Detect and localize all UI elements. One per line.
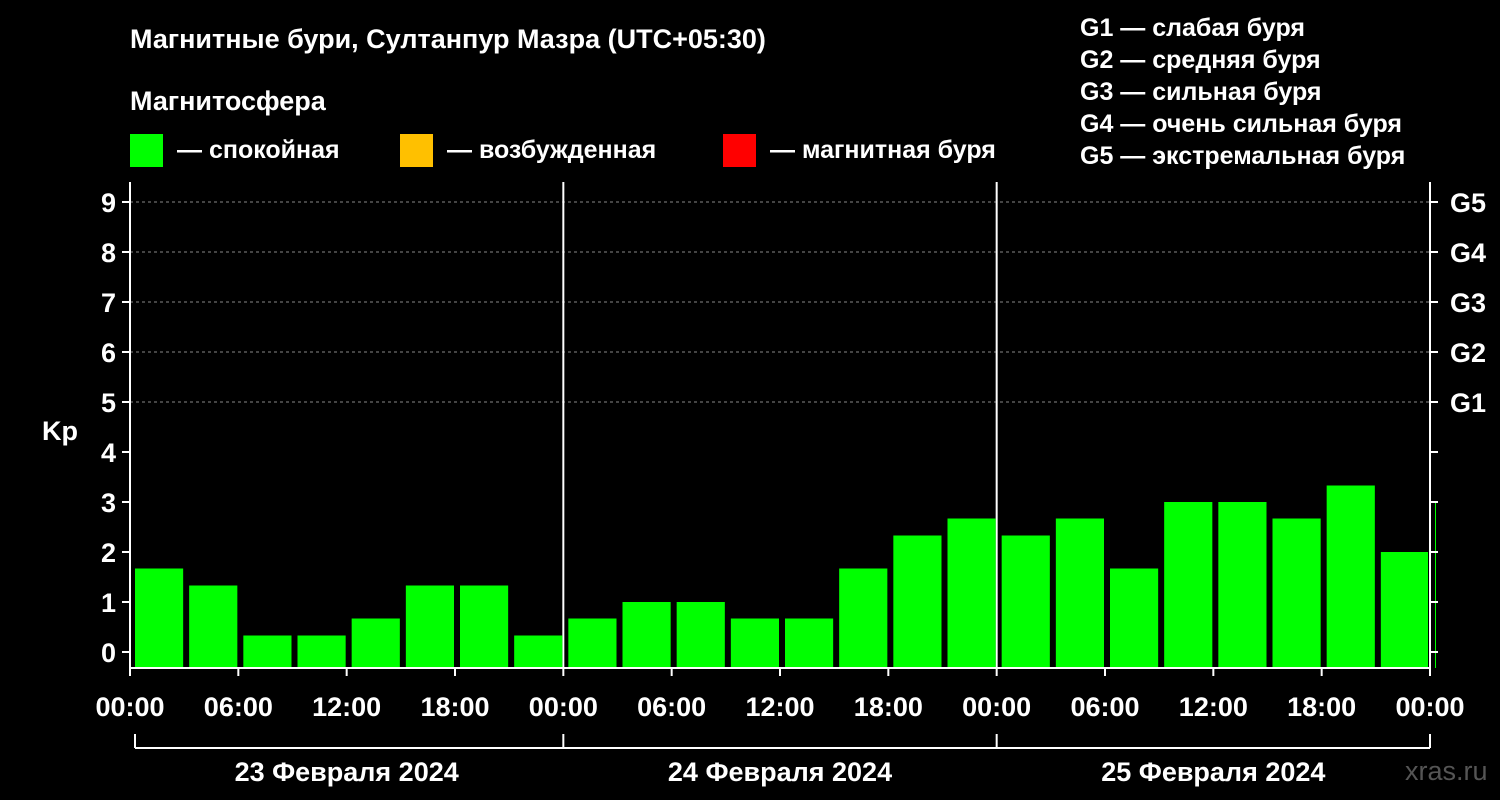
legend: — спокойная — возбужденная — магнитная бур… [130,134,996,167]
x-tick-label-4: 00:00 [529,692,598,722]
y-tick-label-2: 2 [101,538,116,568]
legend-label-0: — спокойная [177,136,340,164]
right-tick-label-G5: G5 [1450,188,1486,218]
axes: 0 1 2 3 4 5 6 7 8 9 G1 G2 G3 G4 G5 00:00 06:00 12:00 18:00… [95,182,1486,787]
storm-scale-item-4: G5 — экстремальная буря [1080,142,1405,170]
bar-16 [1001,535,1050,668]
bars [135,485,1436,668]
bar-1 [189,585,238,668]
bar-7 [514,635,563,668]
bar-13 [839,568,888,668]
bar-11 [730,618,779,668]
y-tick-label-9: 9 [101,188,116,218]
right-tick-label-G4: G4 [1450,238,1486,268]
x-tick-label-3: 18:00 [420,692,489,722]
x-tick-label-7: 18:00 [854,692,923,722]
bar-18 [1110,568,1159,668]
date-label-1: 24 Февраля 2024 [668,757,892,787]
x-tick-label-8: 00:00 [962,692,1031,722]
bar-17 [1055,518,1104,668]
x-tick-label-9: 06:00 [1070,692,1139,722]
x-tick-label-2: 12:00 [312,692,381,722]
legend-swatch-2 [723,134,756,167]
y-tick-label-4: 4 [101,438,116,468]
chart-title: Магнитные бури, Султанпур Мазра (UTC+05:… [130,24,766,54]
storm-scale-legend: G1 — слабая буря G2 — средняя буря G3 — си… [1080,14,1405,170]
bar-6 [460,585,509,668]
bar-5 [405,585,454,668]
bar-8 [568,618,617,668]
kp-chart: Магнитные бури, Султанпур Мазра (UTC+05:… [42,14,1488,787]
bar-14 [893,535,942,668]
bar-3 [297,635,346,668]
date-label-0: 23 Февраля 2024 [235,757,459,787]
x-tick-label-10: 12:00 [1179,692,1248,722]
legend-heading: Магнитосфера [130,86,327,116]
x-tick-label-5: 06:00 [637,692,706,722]
y-tick-label-6: 6 [101,338,116,368]
legend-label-2: — магнитная буря [770,136,996,164]
bar-19 [1164,502,1213,668]
bar-4 [351,618,400,668]
bar-9 [622,602,671,668]
legend-label-1: — возбужденная [447,136,656,164]
bar-0 [135,568,184,668]
watermark: xras.ru [1405,756,1488,786]
storm-scale-item-0: G1 — слабая буря [1080,14,1305,42]
bar-22 [1326,485,1375,668]
y-tick-label-0: 0 [101,638,116,668]
bar-15 [947,518,996,668]
x-tick-label-1: 06:00 [204,692,273,722]
x-tick-label-6: 12:00 [745,692,814,722]
bar-23 [1380,552,1428,668]
x-tick-label-11: 18:00 [1287,692,1356,722]
x-tick-label-0: 00:00 [95,692,164,722]
right-tick-label-G2: G2 [1450,338,1486,368]
bar-12 [785,618,834,668]
bar-21 [1272,518,1321,668]
legend-swatch-1 [400,134,433,167]
storm-scale-item-3: G4 — очень сильная буря [1080,110,1402,138]
y-axis-label: Kp [42,416,78,446]
y-tick-label-1: 1 [101,588,116,618]
storm-scale-item-1: G2 — средняя буря [1080,46,1321,74]
bar-10 [676,602,725,668]
bar-2 [243,635,292,668]
x-tick-label-12: 00:00 [1395,692,1464,722]
y-tick-label-7: 7 [101,288,116,318]
legend-swatch-0 [130,134,163,167]
bar-24 [1435,502,1436,668]
storm-scale-item-2: G3 — сильная буря [1080,78,1322,106]
y-tick-label-5: 5 [101,388,116,418]
y-tick-label-8: 8 [101,238,116,268]
right-tick-label-G3: G3 [1450,288,1486,318]
y-tick-label-3: 3 [101,488,116,518]
right-tick-label-G1: G1 [1450,388,1486,418]
bar-20 [1218,502,1267,668]
date-label-2: 25 Февраля 2024 [1101,757,1325,787]
